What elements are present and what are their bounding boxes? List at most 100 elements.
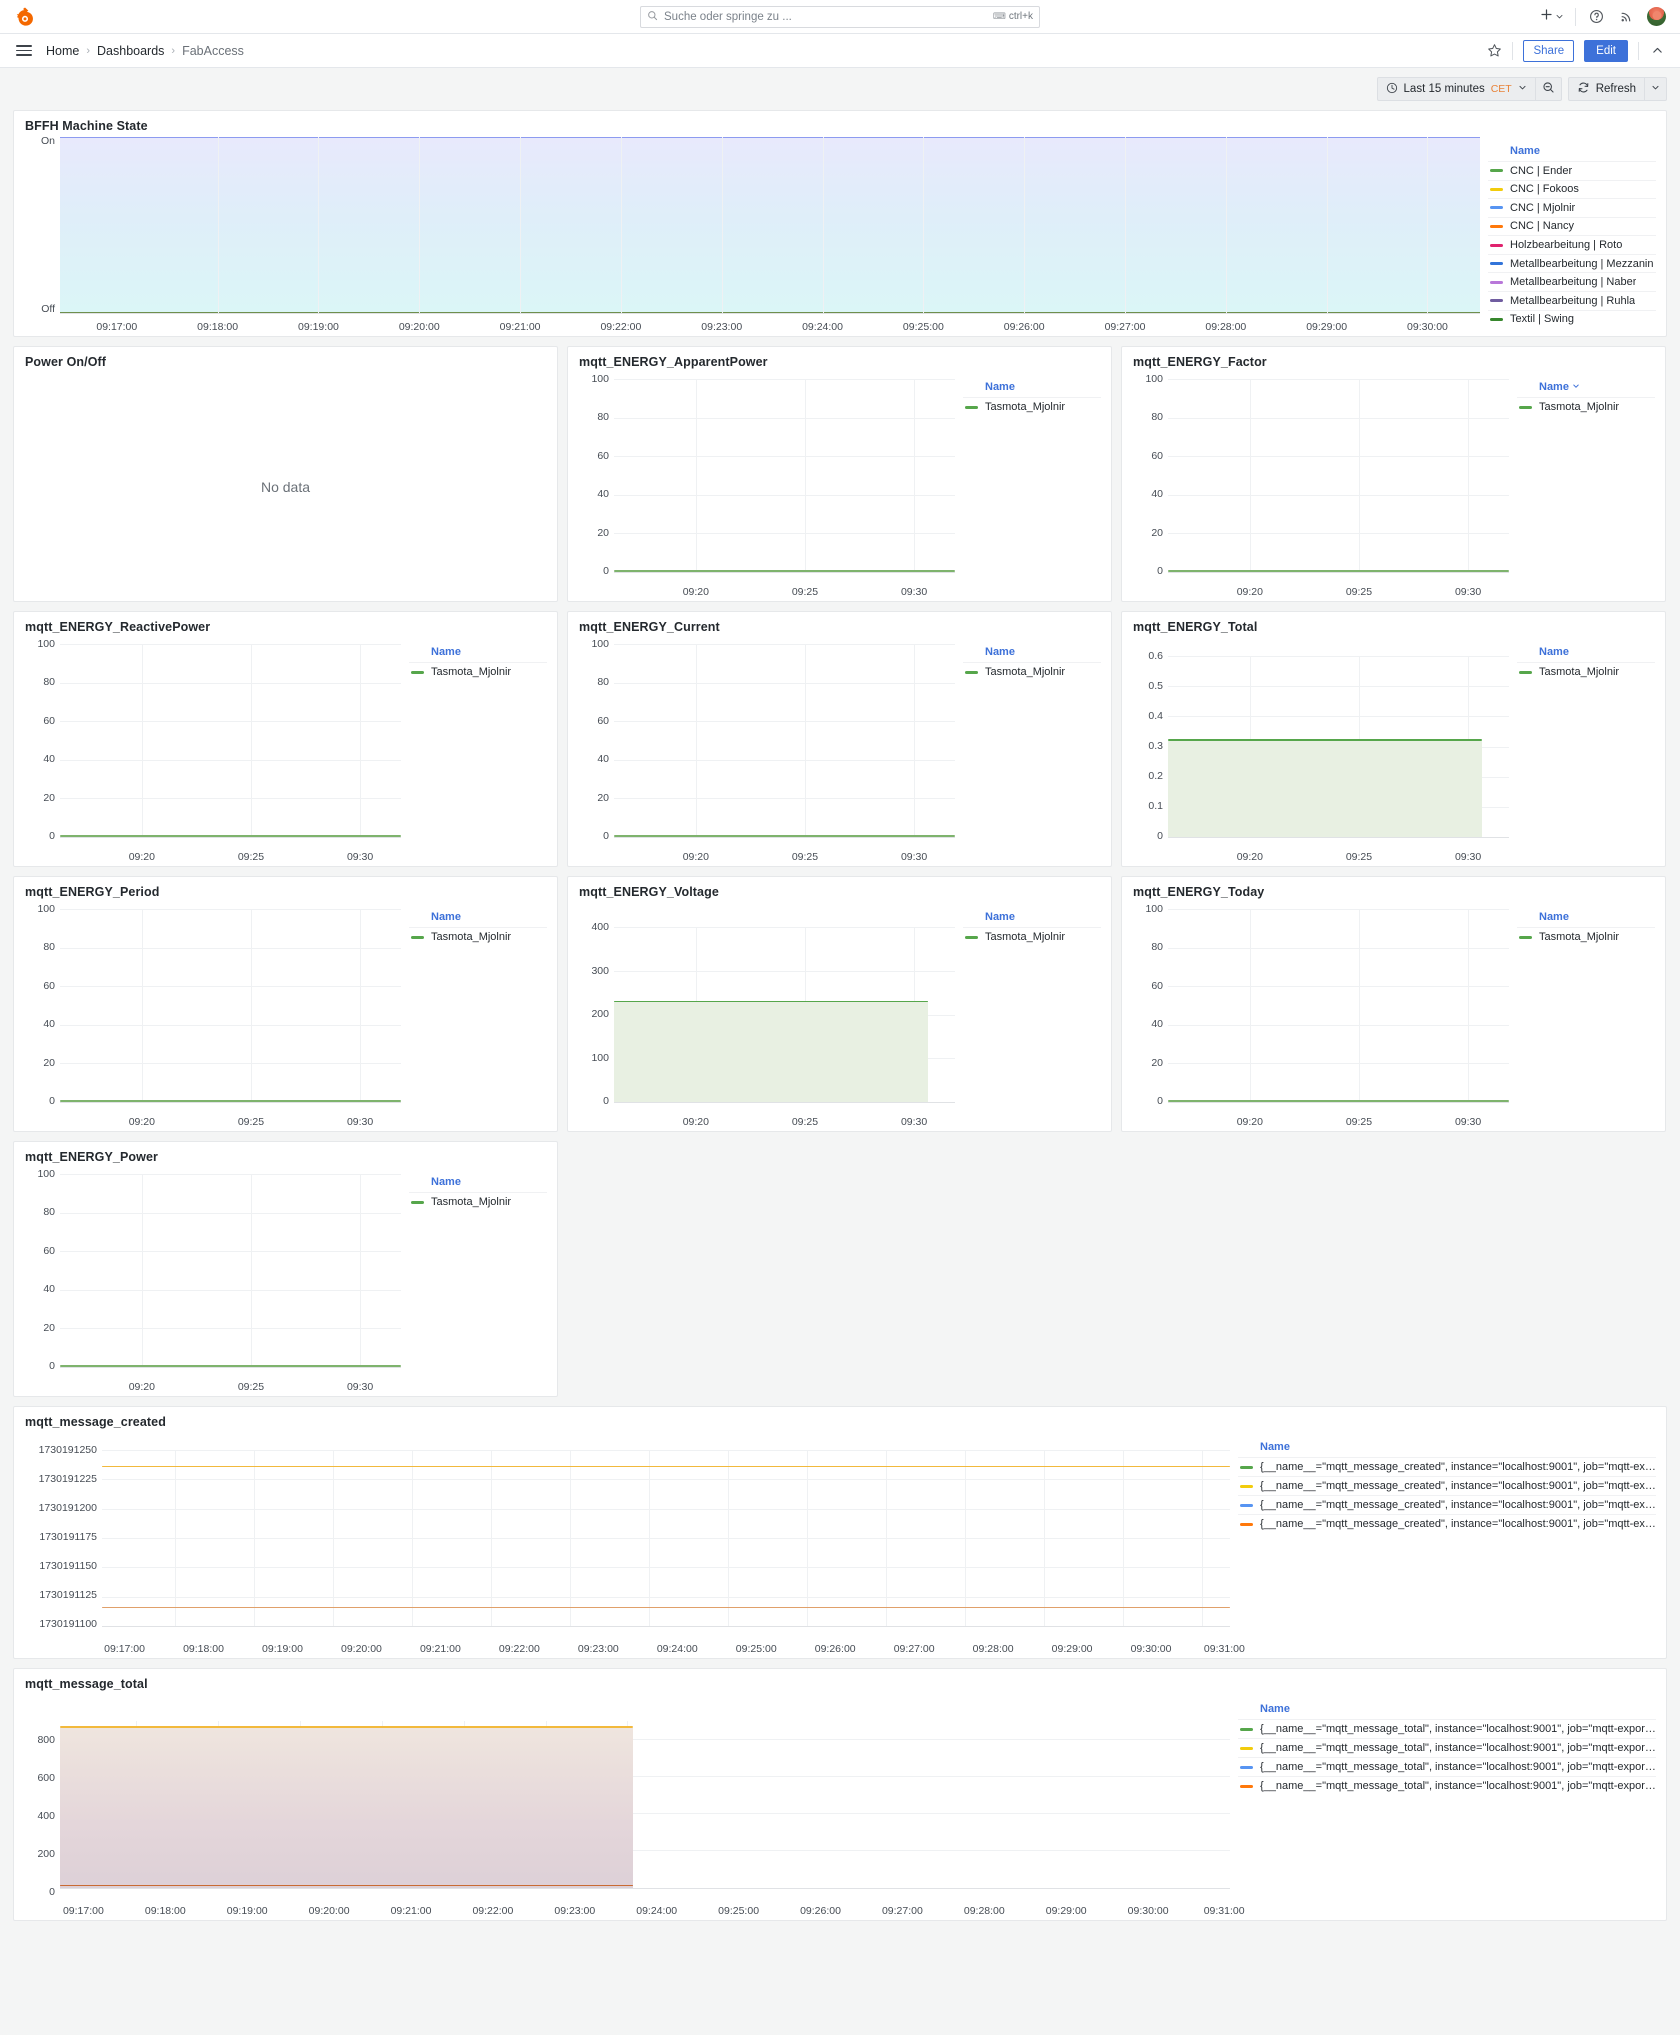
legend-swatch bbox=[1240, 1765, 1253, 1769]
rss-icon[interactable] bbox=[1617, 7, 1636, 26]
hamburger-menu-icon[interactable] bbox=[14, 43, 34, 58]
zoom-out-button[interactable] bbox=[1535, 77, 1562, 101]
chart-legend: Name {__name__="mqtt_message_total", ins… bbox=[1236, 1695, 1666, 1920]
add-new-button[interactable] bbox=[1540, 8, 1564, 26]
legend-label: Tasmota_Mjolnir bbox=[985, 931, 1066, 943]
legend-header-name[interactable]: Name bbox=[1238, 1703, 1656, 1719]
legend-item[interactable]: Tasmota_Mjolnir bbox=[963, 927, 1101, 946]
legend-header-name[interactable]: Name bbox=[409, 646, 547, 662]
star-outline-icon[interactable] bbox=[1487, 43, 1502, 58]
x-tick-label: 09:19:00 bbox=[262, 1643, 303, 1655]
user-avatar[interactable] bbox=[1647, 7, 1666, 26]
time-range-picker[interactable]: Last 15 minutes CET bbox=[1376, 77, 1536, 101]
legend-item[interactable]: Tasmota_Mjolnir bbox=[409, 1192, 547, 1211]
panel-title: mqtt_ENERGY_Today bbox=[1133, 885, 1265, 899]
legend-item[interactable]: Tasmota_Mjolnir bbox=[963, 662, 1101, 681]
y-tick-label: 0.2 bbox=[1148, 770, 1163, 782]
y-axis: 100 80 60 40 20 0 bbox=[14, 638, 60, 866]
x-axis: 09:20 09:25 09:30 bbox=[60, 838, 401, 866]
chart-plot-area[interactable]: 800 600 400 200 0 09:17:00 09:18:00 09:1… bbox=[14, 1695, 1245, 1920]
legend-item[interactable]: CNC | Mjolnir bbox=[1488, 198, 1656, 217]
legend-item[interactable]: Tasmota_Mjolnir bbox=[1517, 662, 1655, 681]
chart-plot-area[interactable]: On Off 09:17:00 09:18:00 09:19:00 09:20:… bbox=[14, 135, 1486, 336]
chart-plot-area[interactable]: 100 80 60 40 20 0 09:20 09:25 09:30 bbox=[14, 638, 407, 866]
legend-item[interactable]: {__name__="mqtt_message_created", instan… bbox=[1238, 1457, 1656, 1476]
chart-legend: Name Tasmota_Mjolnir bbox=[1515, 903, 1665, 1131]
chart-plot-area[interactable]: 100 80 60 40 20 0 09:20 09:25 09:30 bbox=[14, 903, 407, 1131]
legend-swatch bbox=[1240, 1784, 1253, 1788]
chart-plot-area[interactable]: 100 80 60 40 20 0 09:20 09:25 09:30 bbox=[568, 373, 961, 601]
refresh-interval-picker[interactable] bbox=[1645, 77, 1667, 101]
refresh-button[interactable]: Refresh bbox=[1567, 77, 1645, 101]
legend-label: Tasmota_Mjolnir bbox=[1539, 931, 1620, 943]
legend-label: CNC | Mjolnir bbox=[1510, 201, 1576, 214]
chart-plot-area[interactable]: 100 80 60 40 20 0 09:20 09:25 09:30 bbox=[568, 638, 961, 866]
legend-item[interactable]: CNC | Nancy bbox=[1488, 216, 1656, 236]
legend-item[interactable]: {__name__="mqtt_message_total", instance… bbox=[1238, 1776, 1656, 1795]
legend-swatch bbox=[1490, 262, 1503, 266]
legend-item[interactable]: Tasmota_Mjolnir bbox=[963, 397, 1101, 416]
panel-mqtt-energy-current: mqtt_ENERGY_Current 100 80 60 40 20 0 09… bbox=[567, 611, 1112, 867]
search-input[interactable] bbox=[664, 10, 987, 23]
chart-plot-area[interactable]: 400 300 200 100 0 09:20 09:25 09:30 bbox=[568, 903, 961, 1131]
panel-title: mqtt_message_created bbox=[25, 1415, 166, 1429]
legend-item[interactable]: {__name__="mqtt_message_created", instan… bbox=[1238, 1514, 1656, 1533]
chart-plot-area[interactable]: 100 80 60 40 20 0 09:20 09:25 09:30 bbox=[1122, 903, 1515, 1131]
legend-header-name[interactable]: Name bbox=[963, 381, 1101, 397]
legend-item[interactable]: Metallbearbeitung | Naber bbox=[1488, 272, 1656, 291]
legend-item[interactable]: Holzbearbeitung | Roto bbox=[1488, 235, 1656, 254]
y-tick-label: 0 bbox=[49, 830, 55, 842]
x-tick-label: 09:30:00 bbox=[1127, 1905, 1169, 1917]
legend-item[interactable]: Textil | Swing bbox=[1488, 309, 1656, 329]
legend-item[interactable]: {__name__="mqtt_message_created", instan… bbox=[1238, 1495, 1656, 1514]
legend-header-name[interactable]: Name bbox=[409, 1176, 547, 1192]
share-button[interactable]: Share bbox=[1523, 39, 1575, 62]
chart-plot-area[interactable]: 100 80 60 40 20 0 09:20 09:25 09:30 bbox=[14, 1168, 407, 1396]
legend-item[interactable]: {__name__="mqtt_message_total", instance… bbox=[1238, 1719, 1656, 1738]
legend-swatch bbox=[411, 1200, 424, 1204]
y-tick-label: 0.5 bbox=[1148, 680, 1163, 692]
legend-item[interactable]: {__name__="mqtt_message_total", instance… bbox=[1238, 1738, 1656, 1757]
edit-button[interactable]: Edit bbox=[1584, 39, 1628, 62]
legend-item[interactable]: Tasmota_Mjolnir bbox=[1517, 927, 1655, 946]
legend-item[interactable]: {__name__="mqtt_message_total", instance… bbox=[1238, 1757, 1656, 1776]
grafana-logo-icon[interactable] bbox=[14, 6, 36, 28]
legend-item[interactable]: Metallbearbeitung | Mezzanin bbox=[1488, 253, 1656, 273]
legend-header-name[interactable]: Name bbox=[1517, 646, 1655, 662]
x-tick-label: 09:28:00 bbox=[963, 1905, 1005, 1917]
x-tick-label: 09:20 bbox=[1236, 1116, 1263, 1128]
search-box[interactable]: ⌨ ctrl+k bbox=[640, 5, 1040, 28]
x-tick-label: 09:20 bbox=[682, 586, 709, 598]
chart-plot-area[interactable]: 100 80 60 40 20 0 09:20 09:25 09:30 bbox=[1122, 373, 1515, 601]
x-tick-label: 09:30:00 bbox=[1130, 1643, 1172, 1655]
legend-item[interactable]: Tasmota_Mjolnir bbox=[409, 662, 547, 681]
legend-item[interactable]: Tasmota_Mjolnir bbox=[1517, 397, 1655, 416]
breadcrumb-item-home[interactable]: Home bbox=[46, 44, 79, 58]
legend-item[interactable]: CNC | Ender bbox=[1488, 161, 1656, 180]
help-circle-icon[interactable] bbox=[1587, 7, 1606, 26]
legend-swatch bbox=[411, 670, 424, 674]
y-tick-label: 1730191200 bbox=[38, 1502, 97, 1514]
chart-plot-area[interactable]: 1730191250 1730191225 1730191200 1730191… bbox=[14, 1433, 1245, 1658]
legend-item[interactable]: Metallbearbeitung | Ruhla bbox=[1488, 290, 1656, 310]
legend-header-name[interactable]: Name bbox=[1238, 1441, 1656, 1457]
panel-title: mqtt_ENERGY_Power bbox=[25, 1150, 158, 1164]
top-navigation-bar: ⌨ ctrl+k bbox=[0, 0, 1680, 34]
legend-header-name[interactable]: Name bbox=[409, 911, 547, 927]
y-axis: 100 80 60 40 20 0 bbox=[1122, 373, 1168, 601]
divider bbox=[1638, 41, 1639, 60]
series-area-fill bbox=[60, 1727, 634, 1888]
legend-header-name[interactable]: Name bbox=[1517, 911, 1655, 927]
legend-item[interactable]: Tasmota_Mjolnir bbox=[409, 927, 547, 946]
series-line bbox=[102, 1606, 1230, 1609]
legend-header-name-sortable[interactable]: Name bbox=[1517, 381, 1655, 397]
legend-item[interactable]: CNC | Fokoos bbox=[1488, 179, 1656, 199]
chevron-up-icon[interactable] bbox=[1649, 42, 1666, 59]
breadcrumb-item-dashboards[interactable]: Dashboards bbox=[97, 44, 164, 58]
legend-header-name[interactable]: Name bbox=[963, 911, 1101, 927]
legend-item[interactable]: {__name__="mqtt_message_created", instan… bbox=[1238, 1476, 1656, 1495]
y-tick-label: 0 bbox=[49, 1886, 55, 1898]
legend-header-name[interactable]: Name bbox=[1488, 145, 1656, 161]
legend-header-name[interactable]: Name bbox=[963, 646, 1101, 662]
chart-plot-area[interactable]: 0.6 0.5 0.4 0.3 0.2 0.1 0 09:20 09:25 09… bbox=[1122, 638, 1515, 866]
